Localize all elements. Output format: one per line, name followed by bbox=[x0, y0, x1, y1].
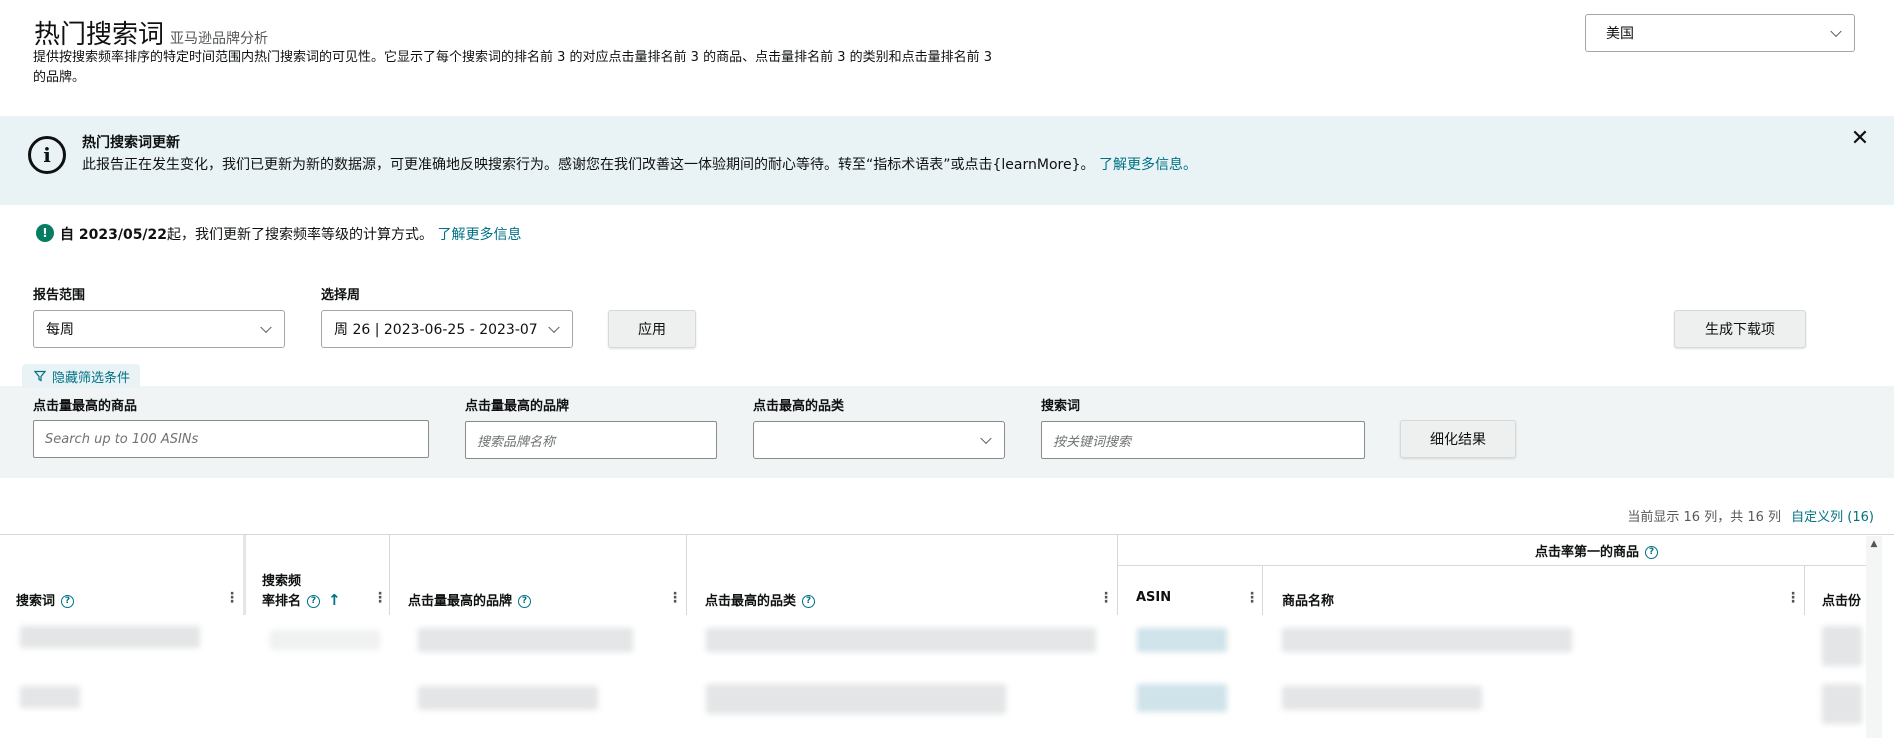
column-header-label-line1: 搜索频 bbox=[262, 574, 302, 589]
redacted-cell bbox=[706, 628, 1096, 652]
chevron-down-icon bbox=[980, 432, 992, 445]
column-divider bbox=[1117, 535, 1118, 615]
week-value: 周 26 | 2023-06-25 - 2023-07-01 bbox=[334, 322, 538, 338]
page-title-text: 热门搜索词 bbox=[34, 20, 165, 50]
sort-up-icon[interactable]: ↑ bbox=[328, 591, 341, 609]
table-meta: 当前显示 16 列，共 16 列 自定义列 (16) bbox=[1627, 506, 1874, 525]
chevron-down-icon bbox=[1830, 25, 1842, 38]
customize-columns-link[interactable]: 自定义列 (16) bbox=[1791, 510, 1874, 525]
page-title: 热门搜索词 亚马逊品牌分析 bbox=[34, 14, 268, 51]
week-label: 选择周 bbox=[321, 288, 361, 303]
table-row[interactable] bbox=[0, 676, 1894, 738]
chevron-down-icon bbox=[260, 321, 272, 334]
chevron-down-icon bbox=[548, 321, 560, 334]
column-header-top-brand[interactable]: 点击量最高的品牌? bbox=[408, 590, 532, 609]
column-header-label: 点击量最高的品牌 bbox=[408, 594, 513, 609]
country-select[interactable]: 美国 bbox=[1585, 14, 1855, 52]
column-divider bbox=[1804, 565, 1805, 615]
frozen-column-divider bbox=[243, 535, 246, 615]
kebab-icon[interactable]: ⋮ bbox=[225, 590, 239, 606]
notice-date: 自 2023/05/22 bbox=[60, 227, 168, 243]
report-range-value: 每周 bbox=[46, 322, 74, 338]
info-icon: i bbox=[28, 136, 66, 174]
group-header-divider bbox=[1117, 565, 1867, 566]
column-header-label: 点击最高的品类 bbox=[705, 594, 797, 609]
column-header-product-name[interactable]: 商品名称 bbox=[1282, 590, 1334, 609]
page-subtitle: 亚马逊品牌分析 bbox=[170, 31, 269, 47]
top-category-label: 点击最高的品类 bbox=[753, 399, 845, 414]
redacted-cell bbox=[1137, 684, 1227, 712]
kebab-icon[interactable]: ⋮ bbox=[1245, 590, 1259, 606]
top-category-select[interactable] bbox=[753, 421, 1005, 459]
group-header-label: 点击率第一的商品 bbox=[1535, 545, 1640, 560]
banner-learn-more-link[interactable]: 了解更多信息。 bbox=[1099, 157, 1197, 173]
report-range-select[interactable]: 每周 bbox=[33, 310, 285, 348]
notice-body: 起，我们更新了搜索频率等级的计算方式。 bbox=[167, 227, 434, 243]
help-icon[interactable]: ? bbox=[61, 595, 75, 608]
banner-text: 此报告正在发生变化，我们已更新为新的数据源，可更准确地反映搜索行为。感谢您在我们… bbox=[82, 154, 1197, 174]
scroll-up-icon[interactable]: ▲ bbox=[1866, 536, 1882, 552]
search-term-input[interactable]: 按关键词搜索 bbox=[1041, 421, 1365, 459]
refine-results-button[interactable]: 细化结果 bbox=[1400, 420, 1516, 458]
redacted-cell bbox=[20, 626, 200, 648]
column-header-search-term[interactable]: 搜索词? bbox=[16, 590, 75, 609]
banner-title: 热门搜索词更新 bbox=[82, 135, 180, 151]
redacted-cell bbox=[1822, 684, 1862, 724]
notice-text: 自 2023/05/22起，我们更新了搜索频率等级的计算方式。 了解更多信息 bbox=[60, 224, 521, 244]
redacted-cell bbox=[1822, 626, 1862, 666]
help-icon[interactable]: ? bbox=[518, 595, 532, 608]
column-divider bbox=[389, 535, 390, 615]
kebab-icon[interactable]: ⋮ bbox=[373, 590, 387, 606]
top-brand-label: 点击量最高的品牌 bbox=[465, 399, 570, 414]
kebab-icon[interactable]: ⋮ bbox=[668, 590, 682, 606]
week-select[interactable]: 周 26 | 2023-06-25 - 2023-07-01 bbox=[321, 310, 573, 348]
kebab-icon[interactable]: ⋮ bbox=[1786, 590, 1800, 606]
column-header-top-category[interactable]: 点击最高的品类? bbox=[705, 590, 816, 609]
close-icon[interactable]: ✕ bbox=[1849, 128, 1871, 150]
table-header: 点击率第一的商品? 搜索词? ⋮ 搜索频 率排名? ↑ ⋮ 点击量最高的品牌? ⋮… bbox=[0, 534, 1894, 615]
page-description: 提供按搜索频率排序的特定时间范围内热门搜索词的可见性。它显示了每个搜索词的排名前… bbox=[33, 50, 993, 85]
kebab-icon[interactable]: ⋮ bbox=[1099, 590, 1113, 606]
column-header-asin[interactable]: ASIN bbox=[1136, 590, 1171, 605]
hide-filters-toggle[interactable]: 隐藏筛选条件 bbox=[22, 364, 141, 388]
banner-body: 此报告正在发生变化，我们已更新为新的数据源，可更准确地反映搜索行为。感谢您在我们… bbox=[82, 157, 1095, 173]
redacted-cell bbox=[1282, 628, 1572, 652]
top-brand-input[interactable]: 搜索品牌名称 bbox=[465, 421, 717, 459]
redacted-cell bbox=[270, 630, 380, 650]
redacted-cell bbox=[20, 686, 80, 708]
redacted-cell bbox=[1137, 628, 1227, 652]
table-row[interactable] bbox=[0, 614, 1894, 676]
redacted-cell bbox=[1282, 686, 1482, 710]
help-icon[interactable]: ? bbox=[1645, 546, 1659, 559]
column-divider bbox=[1262, 565, 1263, 615]
vertical-scrollbar[interactable] bbox=[1866, 536, 1882, 738]
exclamation-icon: ! bbox=[36, 224, 54, 242]
column-header-search-frequency-rank[interactable]: 搜索频 率排名? ↑ bbox=[262, 573, 341, 611]
hide-filters-label: 隐藏筛选条件 bbox=[52, 370, 131, 386]
filter-icon bbox=[34, 370, 46, 382]
apply-button[interactable]: 应用 bbox=[608, 310, 696, 348]
notice-learn-more-link[interactable]: 了解更多信息 bbox=[437, 227, 521, 243]
redacted-cell bbox=[418, 628, 633, 652]
group-header-top-clicked-product: 点击率第一的商品? bbox=[1535, 541, 1659, 560]
column-header-label-line2: 率排名 bbox=[262, 594, 302, 609]
column-count-text: 当前显示 16 列，共 16 列 bbox=[1627, 510, 1782, 525]
help-icon[interactable]: ? bbox=[307, 595, 321, 608]
column-header-click-share[interactable]: 点击份 bbox=[1822, 590, 1861, 609]
top-asin-label: 点击量最高的商品 bbox=[33, 399, 138, 414]
redacted-cell bbox=[418, 686, 598, 710]
generate-download-button[interactable]: 生成下载项 bbox=[1674, 310, 1806, 348]
help-icon[interactable]: ? bbox=[802, 595, 816, 608]
redacted-cell bbox=[706, 684, 1006, 714]
top-asin-input[interactable]: Search up to 100 ASINs bbox=[33, 420, 429, 458]
country-select-value: 美国 bbox=[1606, 26, 1634, 42]
report-range-label: 报告范围 bbox=[33, 288, 86, 303]
column-header-label: 搜索词 bbox=[16, 594, 56, 609]
column-divider bbox=[686, 535, 687, 615]
search-term-label: 搜索词 bbox=[1041, 399, 1081, 414]
